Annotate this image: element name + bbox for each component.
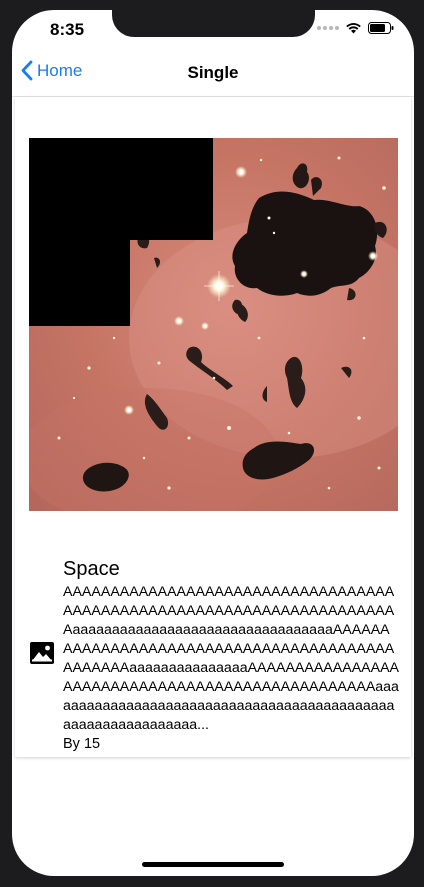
- home-indicator[interactable]: [142, 862, 284, 867]
- image-icon: [30, 642, 54, 664]
- item-description: AAAAAAAAAAAAAAAAAAAAAAAAAAAAAAAAAAAAAAAA…: [63, 584, 400, 733]
- item-card[interactable]: Space AAAAAAAAAAAAAAAAAAAAAAAAAAAAAAAAAA…: [15, 97, 411, 757]
- nebula-image: [29, 138, 398, 511]
- notch: [112, 10, 315, 37]
- item-image: [29, 138, 398, 511]
- wifi-icon: [346, 23, 361, 34]
- item-title: Space: [63, 558, 120, 580]
- screen: 8:35 Home Single Space AAAAAAAAAAAAAAAAA…: [12, 10, 414, 876]
- navigation-bar: Home Single: [12, 52, 414, 97]
- battery-icon: [368, 22, 394, 34]
- item-text: Space AAAAAAAAAAAAAAAAAAAAAAAAAAAAAAAAAA…: [63, 557, 403, 754]
- page-title: Single: [187, 63, 239, 82]
- device-frame: 8:35 Home Single Space AAAAAAAAAAAAAAAAA…: [0, 0, 424, 887]
- signal-icon: [317, 26, 339, 30]
- status-time: 8:35: [50, 20, 85, 39]
- status-icons: [317, 22, 394, 34]
- item-meta: By 15: [63, 736, 101, 752]
